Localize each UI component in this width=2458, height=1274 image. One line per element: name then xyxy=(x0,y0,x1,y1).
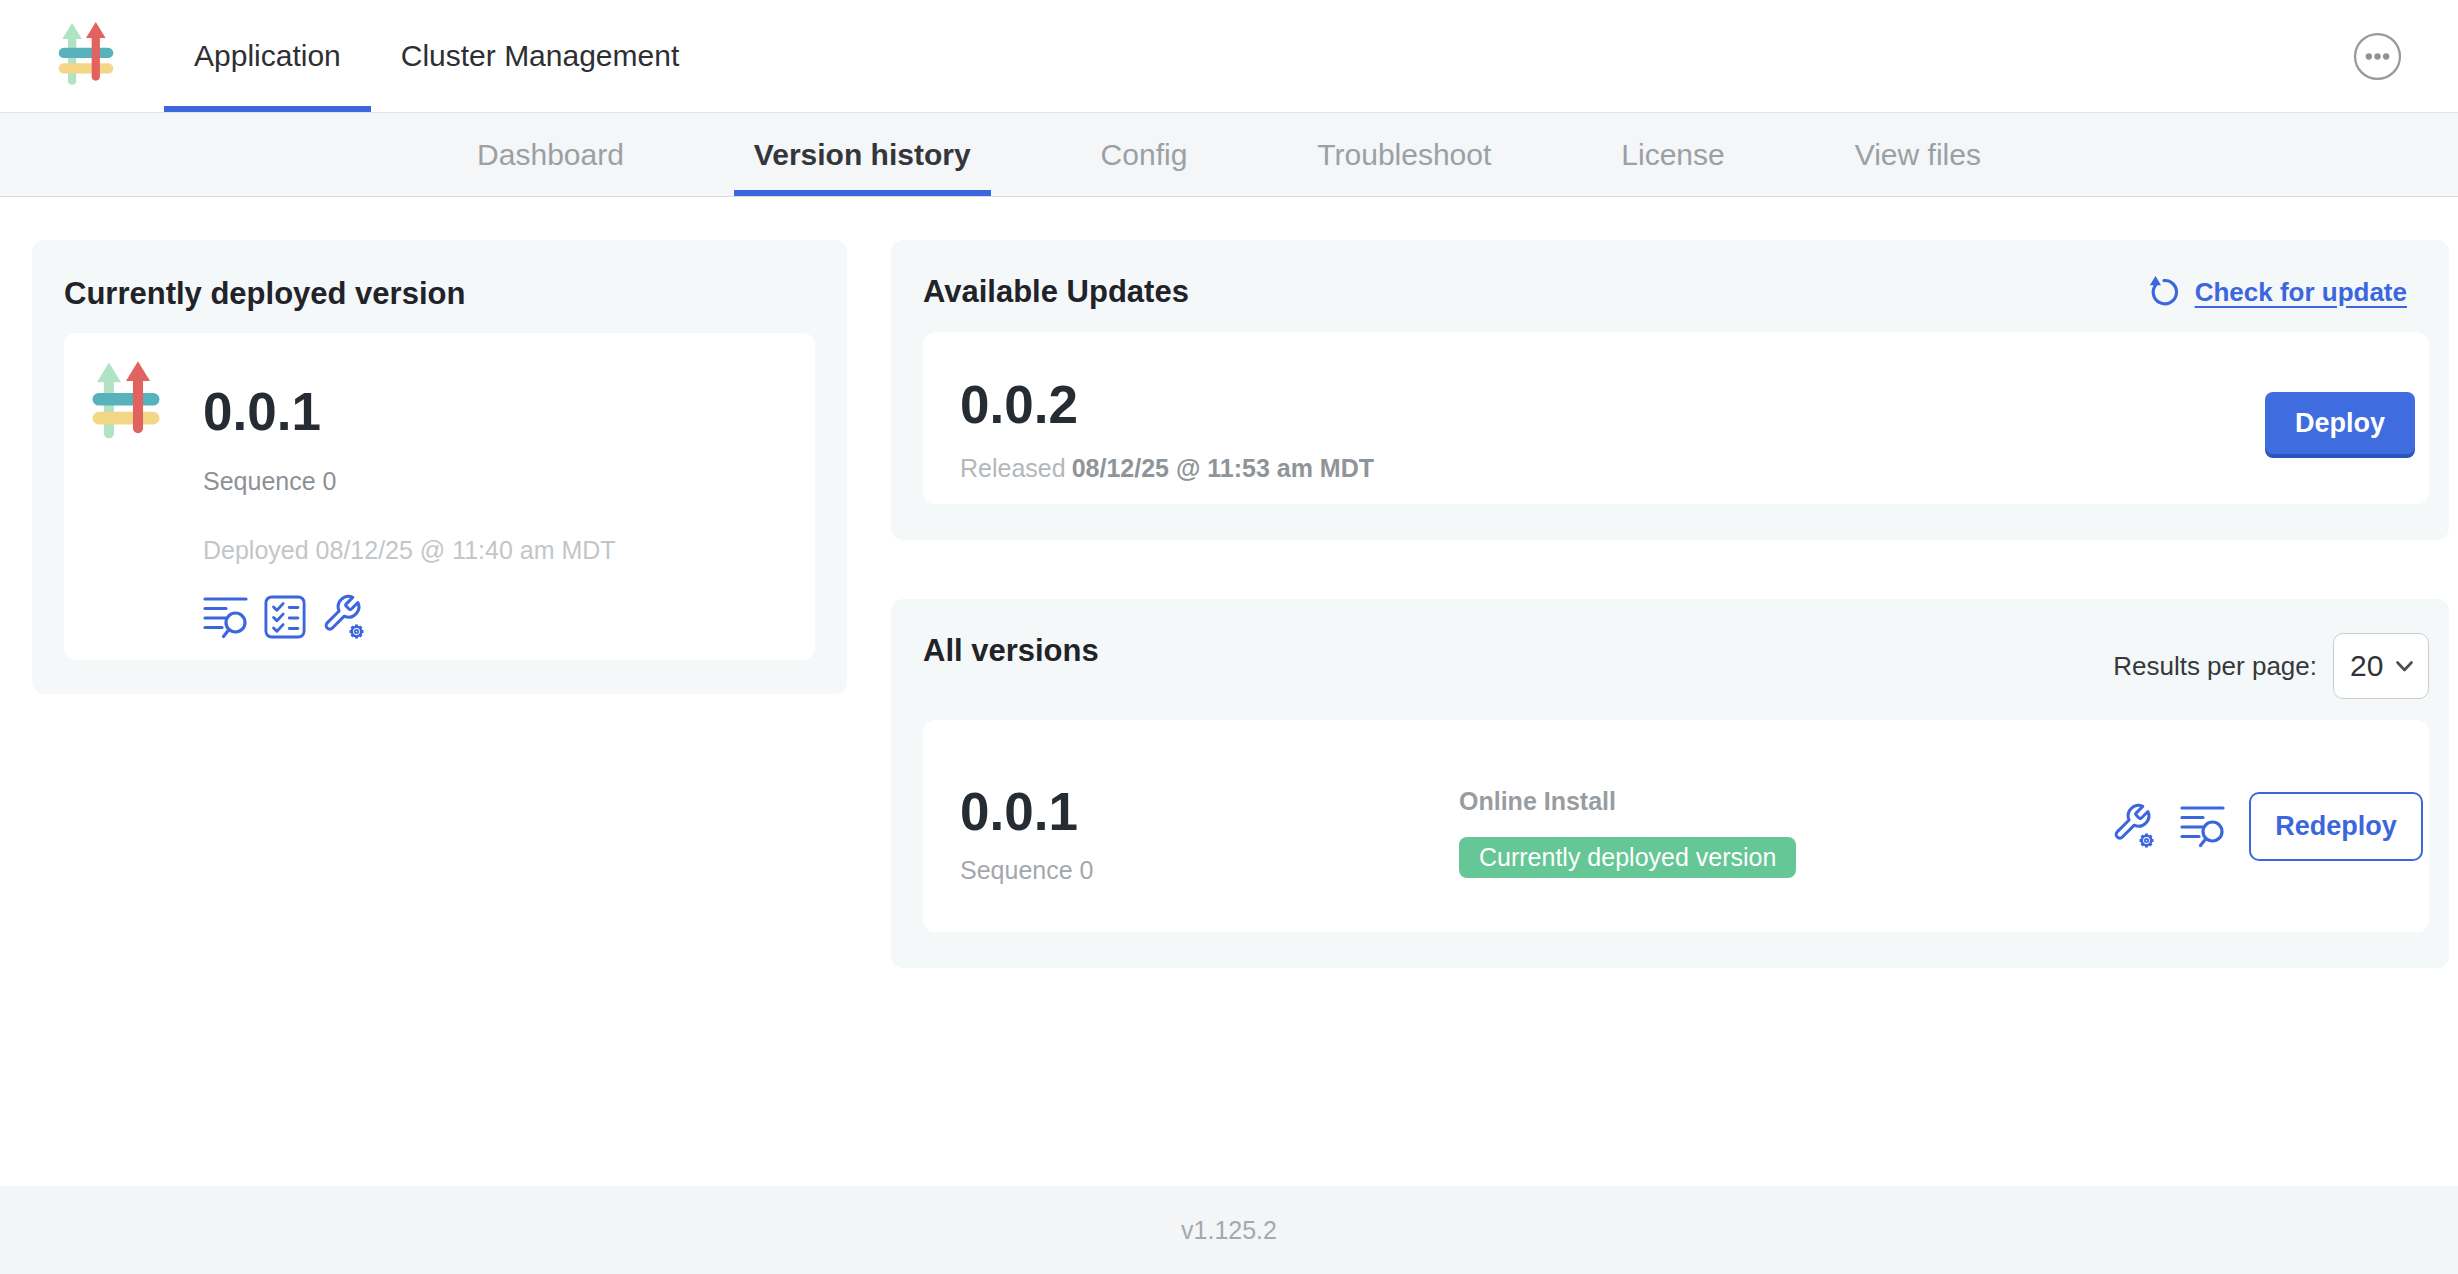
results-per-page-select[interactable]: 20 xyxy=(2333,633,2429,699)
sub-nav: Dashboard Version history Config Trouble… xyxy=(0,113,2458,197)
refresh-icon xyxy=(2146,274,2182,310)
diff-icon[interactable] xyxy=(203,593,249,641)
tab-cluster-management-label: Cluster Management xyxy=(401,39,679,73)
chevron-down-icon xyxy=(2395,660,2414,673)
currently-deployed-title: Currently deployed version xyxy=(64,276,815,312)
all-versions-section: All versions Results per page: 20 0.0.1 … xyxy=(891,599,2449,968)
tab-application-label: Application xyxy=(194,39,341,73)
config-icon[interactable] xyxy=(2111,802,2157,850)
deployed-timestamp: Deployed 08/12/25 @ 11:40 am MDT xyxy=(203,538,616,563)
redeploy-button[interactable]: Redeploy xyxy=(2249,792,2423,861)
tab-troubleshoot[interactable]: Troubleshoot xyxy=(1297,113,1511,196)
top-nav: Application Cluster Management xyxy=(0,0,2458,113)
config-icon[interactable] xyxy=(321,593,367,641)
tab-dashboard[interactable]: Dashboard xyxy=(457,113,644,196)
update-version-number: 0.0.2 xyxy=(960,376,1374,434)
right-column: Available Updates Check for update 0.0.2… xyxy=(891,240,2449,1186)
available-updates-title: Available Updates xyxy=(923,274,1189,310)
primary-tabs: Application Cluster Management xyxy=(164,0,709,112)
released-timestamp: Released08/12/25 @ 11:53 am MDT xyxy=(960,456,1374,481)
currently-deployed-section: Currently deployed version 0.0.1 Sequenc… xyxy=(32,240,847,694)
check-for-update-link[interactable]: Check for update xyxy=(2146,274,2407,310)
results-per-page-value: 20 xyxy=(2350,649,2383,683)
ellipsis-menu-button[interactable] xyxy=(2353,32,2402,81)
tab-config[interactable]: Config xyxy=(1081,113,1208,196)
tab-cluster-management[interactable]: Cluster Management xyxy=(371,0,709,112)
deployed-version-details: 0.0.1 Sequence 0 Deployed 08/12/25 @ 11:… xyxy=(203,357,616,660)
app-logo-icon xyxy=(90,357,162,449)
available-updates-section: Available Updates Check for update 0.0.2… xyxy=(891,240,2449,540)
main-content: Currently deployed version 0.0.1 Sequenc… xyxy=(0,197,2458,1186)
install-type-label: Online Install xyxy=(1459,789,1796,814)
currently-deployed-badge: Currently deployed version xyxy=(1459,837,1796,878)
results-per-page: Results per page: 20 xyxy=(2113,633,2429,699)
tab-application[interactable]: Application xyxy=(164,0,371,112)
version-row: 0.0.1 Sequence 0 Online Install Currentl… xyxy=(923,720,2429,932)
tab-view-files[interactable]: View files xyxy=(1835,113,2001,196)
available-update-card: 0.0.2 Released08/12/25 @ 11:53 am MDT De… xyxy=(923,332,2429,504)
preflight-checks-icon[interactable] xyxy=(264,594,306,640)
row-sequence-label: Sequence 0 xyxy=(960,858,1459,883)
deployed-sequence-label: Sequence 0 xyxy=(203,469,616,494)
app-logo-icon xyxy=(56,22,116,90)
deployed-version-number: 0.0.1 xyxy=(203,383,616,441)
tab-license[interactable]: License xyxy=(1601,113,1744,196)
row-version-number: 0.0.1 xyxy=(960,783,1459,841)
footer: v1.125.2 xyxy=(0,1186,2458,1274)
ellipsis-circle-icon xyxy=(2353,32,2402,81)
results-per-page-label: Results per page: xyxy=(2113,651,2317,682)
all-versions-title: All versions xyxy=(923,633,1099,669)
tab-version-history[interactable]: Version history xyxy=(734,113,991,196)
console-version: v1.125.2 xyxy=(1181,1216,1277,1245)
diff-icon[interactable] xyxy=(2180,802,2226,850)
deployed-actions xyxy=(203,593,616,641)
check-for-update-label: Check for update xyxy=(2195,277,2407,308)
deploy-button[interactable]: Deploy xyxy=(2265,392,2415,454)
deployed-version-card: 0.0.1 Sequence 0 Deployed 08/12/25 @ 11:… xyxy=(64,333,815,660)
